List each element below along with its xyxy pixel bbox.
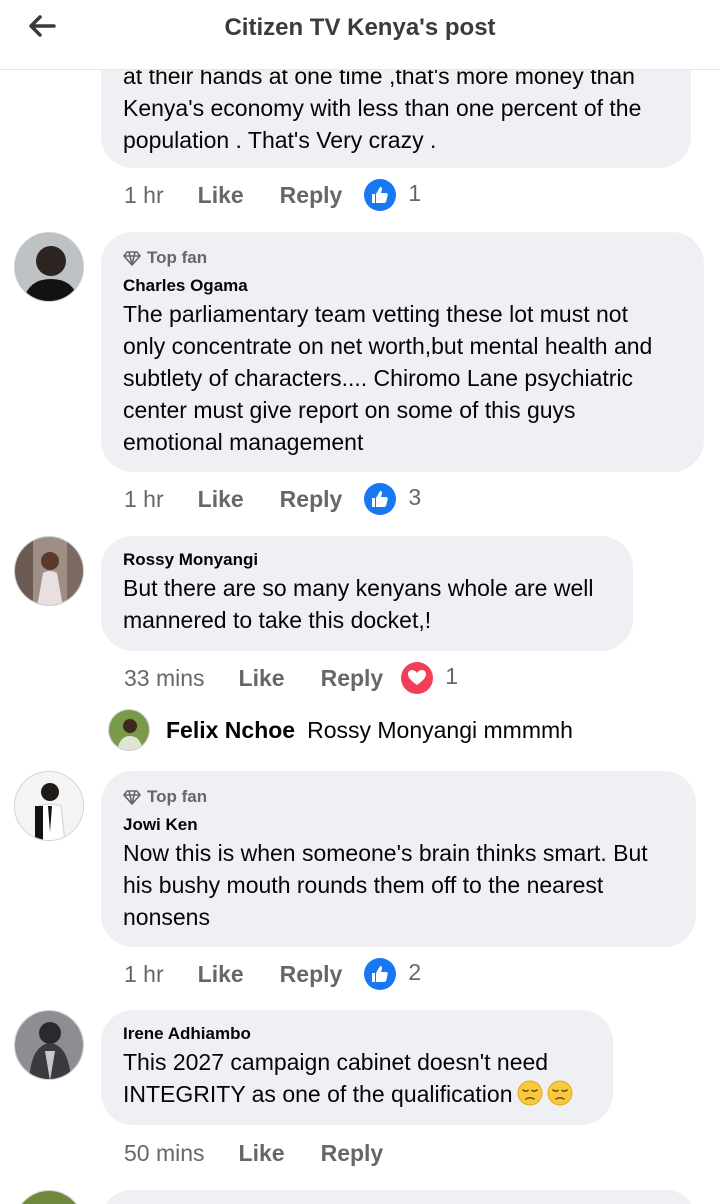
comment-text-line: Kenya's economy with less than one perce… [123,95,642,121]
comment-text-line: INTEGRITY as one of the qualification [123,1078,591,1110]
comment-actions: 50 mins Like Reply [124,1136,383,1170]
like-button[interactable]: Like [198,961,244,988]
comment-text-line: emotional management [123,429,364,455]
comment-text-line: population . That's Very crazy . [123,127,437,153]
diamond-icon [123,251,141,266]
comment-text-line: Now this is when someone's brain thinks … [123,840,648,866]
comment-text-line: subtlety of characters.... Chiromo Lane … [123,365,634,391]
comment-time: 1 hr [124,181,164,208]
reactions-summary[interactable]: 3 [364,483,421,515]
comment-time: 1 hr [124,960,164,987]
comment-bubble [101,1190,696,1204]
heart-icon [401,662,434,694]
comment-bubble: Irene Adhiambo This 2027 campaign cabine… [101,1010,613,1125]
comment-time: 33 mins [124,664,205,691]
comment-text-line: mannered to take this docket,! [123,607,432,633]
comment-actions: 1 hr Like Reply 3 [124,482,421,516]
comment-actions: 33 mins Like Reply 1 [124,661,458,695]
comment-bubble: Top fan Charles Ogama The parliamentary … [101,232,704,472]
comment-text-line: his bushy mouth rounds them off to the n… [123,872,604,898]
comment-text-line: The parliamentary team vetting these lot… [123,301,628,327]
comment-author[interactable]: Rossy Monyangi [123,548,611,572]
comment-text-line: This 2027 campaign cabinet doesn't need [123,1049,549,1075]
comment-time: 1 hr [124,485,164,512]
like-button[interactable]: Like [198,182,244,209]
like-button[interactable]: Like [239,665,285,692]
pensive-face-emoji [517,1080,543,1106]
comment-bubble: Top fan Jowi Ken Now this is when someon… [101,771,696,947]
page-title: Citizen TV Kenya's post [224,14,496,41]
reply-author[interactable]: Felix Nchoe [166,717,295,744]
reply-preview[interactable]: Felix Nchoe Rossy Monyangi mmmmh [108,708,573,752]
avatar[interactable] [14,1010,84,1080]
reaction-count: 3 [408,483,422,510]
comment-actions: 1 hr Like Reply 2 [124,957,421,991]
thumbs-up-icon [364,958,397,990]
reply-button[interactable]: Reply [280,182,343,209]
comment-bubble: Rossy Monyangi But there are so many ken… [101,536,633,651]
avatar[interactable] [14,536,84,606]
reactions-summary[interactable]: 1 [401,662,458,694]
reaction-count: 1 [408,179,422,206]
reply-button[interactable]: Reply [280,961,343,988]
like-button[interactable]: Like [239,1140,285,1167]
comments-feed[interactable]: at their hands at one time ,that's more … [0,0,720,1204]
reply-button[interactable]: Reply [280,486,343,513]
top-fan-badge: Top fan [123,246,682,270]
comment-text-line: only concentrate on net worth,but mental… [123,333,653,359]
comment-time: 50 mins [124,1139,205,1166]
avatar[interactable] [14,1190,84,1204]
reply-button[interactable]: Reply [321,665,384,692]
avatar[interactable] [108,709,150,751]
comment-text-line: But there are so many kenyans whole are … [123,575,594,601]
top-fan-badge: Top fan [123,785,674,809]
pensive-face-emoji [547,1080,573,1106]
avatar[interactable] [14,771,84,841]
comment-author[interactable]: Charles Ogama [123,274,682,298]
thumbs-up-icon [364,179,397,211]
avatar[interactable] [14,232,84,302]
comment-author[interactable]: Irene Adhiambo [123,1022,591,1046]
comment-author[interactable]: Jowi Ken [123,813,674,837]
thumbs-up-icon [364,483,397,515]
reply-button[interactable]: Reply [321,1140,384,1167]
reaction-count: 1 [445,662,459,689]
comment-text-line: center must give report on some of this … [123,397,576,423]
reactions-summary[interactable]: 2 [364,958,421,990]
top-bar: Citizen TV Kenya's post [0,0,720,70]
reaction-count: 2 [408,958,422,985]
diamond-icon [123,790,141,805]
reply-text: Rossy Monyangi mmmmh [307,716,573,743]
comment-actions: 1 hr Like Reply 1 [124,178,421,212]
reactions-summary[interactable]: 1 [364,179,421,211]
comment-text-line: nonsens [123,904,210,930]
like-button[interactable]: Like [198,486,244,513]
